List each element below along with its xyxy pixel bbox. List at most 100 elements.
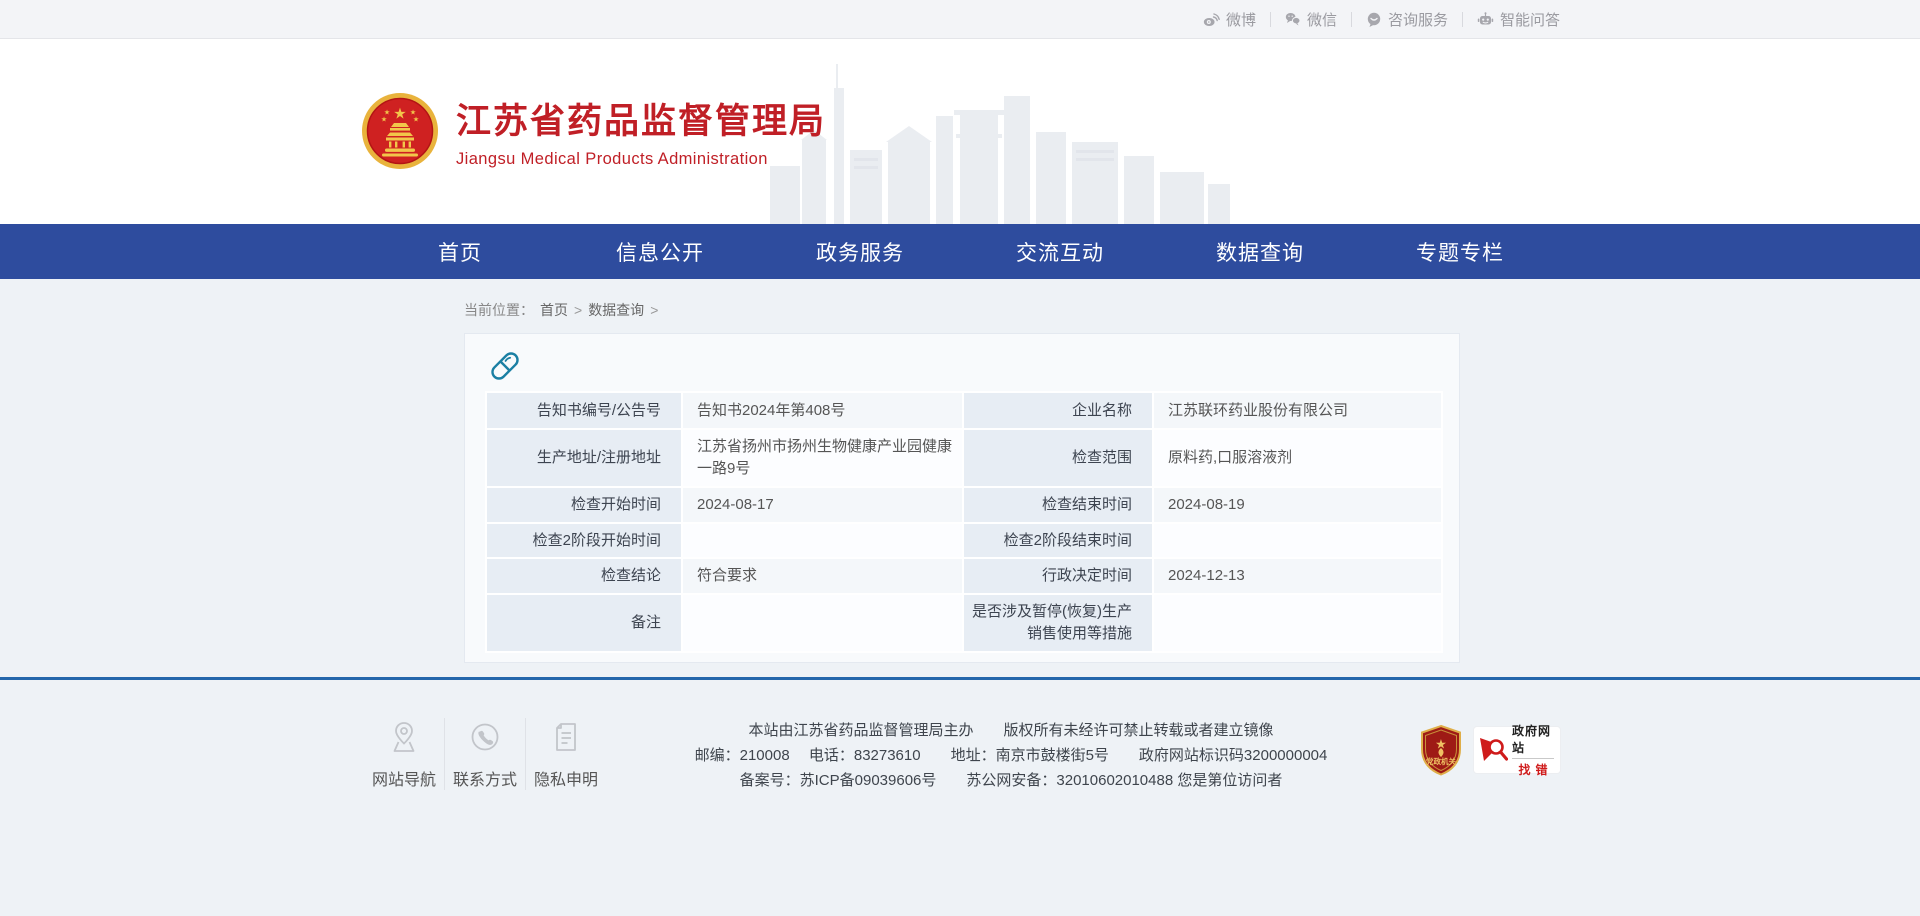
wechat-icon xyxy=(1285,12,1301,26)
svg-text:★: ★ xyxy=(410,109,416,117)
field-value-inspection-scope: 原料药,口服溶液剂 xyxy=(1153,429,1442,487)
city-skyline-image xyxy=(770,54,1230,224)
footer-link-label: 网站导航 xyxy=(372,766,436,790)
footer-line-host: 本站由江苏省药品监督管理局主办 版权所有未经许可禁止转载或者建立镜像 xyxy=(604,718,1418,743)
field-label-decision-date: 行政决定时间 xyxy=(963,558,1153,594)
map-pin-icon xyxy=(386,720,422,754)
field-value-notice-number: 告知书2024年第408号 xyxy=(682,392,963,429)
footer-link-sitemap[interactable]: 网站导航 xyxy=(366,716,442,790)
nav-item-gov-services[interactable]: 政务服务 xyxy=(760,224,960,279)
table-row: 检查2阶段开始时间 检查2阶段结束时间 xyxy=(486,523,1442,559)
field-value-suspension-measures xyxy=(1153,594,1442,652)
gov-site-error-report-badge[interactable]: 政府网站 找错 xyxy=(1474,727,1560,773)
breadcrumb: 当前位置： 首页 > 数据查询 > xyxy=(464,295,1560,325)
site-title: 江苏省药品监督管理局 xyxy=(456,93,826,144)
nav-item-interaction[interactable]: 交流互动 xyxy=(960,224,1160,279)
footer-link-separator xyxy=(444,718,445,790)
pill-capsule-icon xyxy=(487,349,523,383)
field-value-remarks xyxy=(682,594,963,652)
wechat-link[interactable]: 微信 xyxy=(1285,9,1337,30)
footer-link-contact[interactable]: 联系方式 xyxy=(447,716,523,790)
party-gov-shield-badge[interactable]: ★ 党政机关 xyxy=(1418,724,1464,776)
finder-badge-text: 政府网站 找错 xyxy=(1512,722,1554,778)
nav-item-special-topics[interactable]: 专题专栏 xyxy=(1360,224,1560,279)
field-value-conclusion: 符合要求 xyxy=(682,558,963,594)
field-label-company-name: 企业名称 xyxy=(963,392,1153,429)
consult-service-label: 咨询服务 xyxy=(1388,9,1448,30)
field-label-conclusion: 检查结论 xyxy=(486,558,682,594)
inspection-detail-panel: 告知书编号/公告号 告知书2024年第408号 企业名称 江苏联环药业股份有限公… xyxy=(464,333,1460,663)
footer-link-label: 隐私申明 xyxy=(534,766,598,790)
field-label-remarks: 备注 xyxy=(486,594,682,652)
breadcrumb-separator: > xyxy=(574,302,582,318)
phone-icon xyxy=(467,720,503,754)
footer-badges: ★ 党政机关 政府网站 找错 xyxy=(1418,724,1560,776)
field-label-start-date: 检查开始时间 xyxy=(486,487,682,523)
table-row: 告知书编号/公告号 告知书2024年第408号 企业名称 江苏联环药业股份有限公… xyxy=(486,392,1442,429)
breadcrumb-separator: > xyxy=(650,302,658,318)
field-label-end-date: 检查结束时间 xyxy=(963,487,1153,523)
nav-item-home[interactable]: 首页 xyxy=(360,224,560,279)
field-value-end-date: 2024-08-19 xyxy=(1153,487,1442,523)
top-utility-bar: 微博 微信 咨询服务 xyxy=(0,0,1920,39)
breadcrumb-data-query-link[interactable]: 数据查询 xyxy=(588,300,644,320)
field-value-phase2-start xyxy=(682,523,963,559)
footer-link-privacy[interactable]: 隐私申明 xyxy=(528,716,604,790)
field-value-start-date: 2024-08-17 xyxy=(682,487,963,523)
breadcrumb-prefix: 当前位置： xyxy=(464,300,534,320)
field-value-phase2-end xyxy=(1153,523,1442,559)
field-value-company-name: 江苏联环药业股份有限公司 xyxy=(1153,392,1442,429)
table-row: 检查开始时间 2024-08-17 检查结束时间 2024-08-19 xyxy=(486,487,1442,523)
footer-legal-text: 本站由江苏省药品监督管理局主办 版权所有未经许可禁止转载或者建立镜像 邮编：21… xyxy=(604,716,1418,793)
field-label-address: 生产地址/注册地址 xyxy=(486,429,682,487)
nav-item-data-query[interactable]: 数据查询 xyxy=(1160,224,1360,279)
field-label-suspension-measures: 是否涉及暂停(恢复)生产销售使用等措施 xyxy=(963,594,1153,652)
table-row: 生产地址/注册地址 江苏省扬州市扬州生物健康产业园健康一路9号 检查范围 原料药… xyxy=(486,429,1442,487)
field-value-address: 江苏省扬州市扬州生物健康产业园健康一路9号 xyxy=(682,429,963,487)
weibo-label: 微博 xyxy=(1226,9,1256,30)
inspection-detail-table: 告知书编号/公告号 告知书2024年第408号 企业名称 江苏联环药业股份有限公… xyxy=(485,391,1443,653)
main-navigation: 首页 信息公开 政务服务 交流互动 数据查询 专题专栏 xyxy=(0,224,1920,279)
svg-text:★: ★ xyxy=(381,116,387,124)
robot-qa-icon xyxy=(1477,12,1494,27)
site-footer: 网站导航 联系方式 隐私申明 xyxy=(0,680,1920,793)
wechat-label: 微信 xyxy=(1307,9,1337,30)
chat-service-icon xyxy=(1366,12,1382,27)
field-label-phase2-end: 检查2阶段结束时间 xyxy=(963,523,1153,559)
weibo-icon xyxy=(1203,12,1220,27)
svg-text:★: ★ xyxy=(393,106,406,123)
smart-qa-label: 智能问答 xyxy=(1500,9,1560,30)
document-icon xyxy=(548,720,584,754)
table-row: 检查结论 符合要求 行政决定时间 2024-12-13 xyxy=(486,558,1442,594)
field-value-decision-date: 2024-12-13 xyxy=(1153,558,1442,594)
topbar-separator xyxy=(1351,12,1352,27)
svg-text:★: ★ xyxy=(413,116,419,124)
footer-quick-links: 网站导航 联系方式 隐私申明 xyxy=(366,716,604,790)
nav-item-info-disclosure[interactable]: 信息公开 xyxy=(560,224,760,279)
national-emblem-logo: ★ ★ ★ ★ ★ xyxy=(360,91,440,171)
finder-badge-action: 找错 xyxy=(1518,761,1552,778)
table-row: 备注 是否涉及暂停(恢复)生产销售使用等措施 xyxy=(486,594,1442,652)
consult-service-link[interactable]: 咨询服务 xyxy=(1366,9,1448,30)
topbar-separator xyxy=(1462,12,1463,27)
svg-text:★: ★ xyxy=(384,109,390,117)
site-brand[interactable]: ★ ★ ★ ★ ★ 江苏省药品监督管 xyxy=(360,91,826,171)
magnifier-flag-icon xyxy=(1478,734,1508,766)
footer-link-label: 联系方式 xyxy=(453,766,517,790)
topbar-separator xyxy=(1270,12,1271,27)
main-content: 当前位置： 首页 > 数据查询 > 告知书编号/公告号 告知书2024年第40 xyxy=(0,279,1920,663)
field-label-inspection-scope: 检查范围 xyxy=(963,429,1153,487)
weibo-link[interactable]: 微博 xyxy=(1203,9,1256,30)
site-header: ★ ★ ★ ★ ★ 江苏省药品监督管 xyxy=(0,39,1920,224)
finder-badge-title: 政府网站 xyxy=(1512,722,1554,756)
breadcrumb-home-link[interactable]: 首页 xyxy=(540,300,568,320)
smart-qa-link[interactable]: 智能问答 xyxy=(1477,9,1560,30)
field-label-notice-number: 告知书编号/公告号 xyxy=(486,392,682,429)
site-subtitle: Jiangsu Medical Products Administration xyxy=(456,150,826,169)
footer-link-separator xyxy=(525,718,526,790)
field-label-phase2-start: 检查2阶段开始时间 xyxy=(486,523,682,559)
svg-text:党政机关: 党政机关 xyxy=(1426,756,1456,766)
footer-line-contact: 邮编：210008 电话：83273610 地址：南京市鼓楼街5号 政府网站标识… xyxy=(604,743,1418,768)
footer-line-icp: 备案号：苏ICP备09039606号 苏公网安备：32010602010488 … xyxy=(604,768,1418,793)
finder-badge-divider xyxy=(1512,758,1554,759)
